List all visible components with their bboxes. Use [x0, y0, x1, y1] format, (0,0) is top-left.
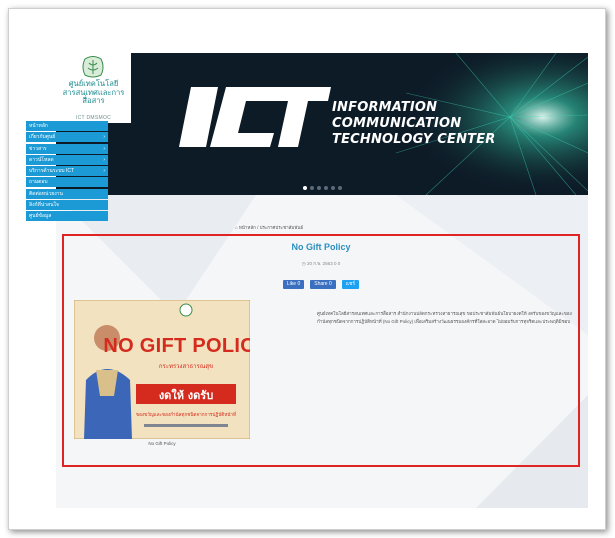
- no-gift-policy-poster[interactable]: NO GIFT POLICY กระทรวงสาธารณสุข งดให้ งด…: [74, 300, 250, 439]
- chevron-right-icon: ›: [103, 134, 105, 141]
- screenshot-frame: ศูนย์เทคโนโลยีสารสนเทศและการสื่อสาร ICT …: [8, 8, 606, 530]
- chevron-right-icon: ›: [103, 145, 105, 152]
- menu-item-label: ลิงก์ที่น่าสนใจ: [29, 202, 59, 209]
- site-logo[interactable]: ศูนย์เทคโนโลยีสารสนเทศและการสื่อสาร ICT …: [56, 53, 131, 123]
- menu-item-label: ถามตอบ: [29, 179, 48, 186]
- chevron-right-icon: ›: [103, 168, 105, 175]
- post-meta-text: 20 ก.พ. 2563 0 0: [306, 261, 341, 266]
- poster-ministry: กระทรวงสาธารณสุข: [159, 363, 213, 370]
- menu-item-data-center[interactable]: ศูนย์ข้อมูล: [26, 211, 108, 222]
- banner-line-2: COMMUNICATION: [332, 116, 462, 131]
- twitter-share-button[interactable]: แชร์: [341, 280, 360, 289]
- poster-caption: No Gift Policy: [148, 441, 176, 446]
- home-icon[interactable]: ⌂: [235, 225, 238, 230]
- carousel-dot[interactable]: [323, 186, 328, 190]
- carousel-dot[interactable]: [309, 186, 314, 190]
- carousel-dot[interactable]: [330, 186, 335, 190]
- post-meta: ◷ 20 ก.พ. 2563 0 0: [64, 260, 578, 267]
- menu-item-faq[interactable]: ถามตอบ: [26, 177, 108, 188]
- poster-headline: NO GIFT POLICY: [103, 335, 250, 357]
- share-buttons: Like 0 Share 0 แชร์: [64, 280, 578, 289]
- menu-item-home[interactable]: หน้าหลัก: [26, 121, 108, 131]
- hero-banner: ศูนย์เทคโนโลยีสารสนเทศและการสื่อสาร ICT …: [56, 53, 588, 195]
- org-name: ศูนย์เทคโนโลยีสารสนเทศและการสื่อสาร: [62, 79, 125, 105]
- menu-item-label: ดาวน์โหลด: [29, 156, 54, 163]
- breadcrumb: ⌂ หน้าหลัก / ประกาศประชาสัมพันธ์: [159, 224, 379, 231]
- chevron-right-icon: ›: [103, 156, 105, 163]
- calendar-icon: ◷: [301, 261, 306, 266]
- facebook-like-button[interactable]: Like 0: [282, 280, 305, 289]
- menu-item-label: หน้าหลัก: [29, 123, 48, 129]
- carousel-indicators: [56, 186, 588, 190]
- menu-item-label: ศูนย์ข้อมูล: [29, 213, 52, 220]
- post-content-highlight: No Gift Policy ◷ 20 ก.พ. 2563 0 0 Like 0…: [62, 234, 580, 467]
- menu-item-label: ติดต่อหน่วยงาน: [29, 190, 63, 197]
- post-body-text: ศูนย์เทคโนโลยีสารสนเทศและการสื่อสาร สำนั…: [317, 311, 572, 324]
- menu-item-label: ข่าวสาร: [29, 145, 47, 152]
- menu-item-download[interactable]: ดาวน์โหลด ›: [26, 154, 108, 165]
- menu-item-links[interactable]: ลิงก์ที่น่าสนใจ: [26, 200, 108, 211]
- banner-line-3: TECHNOLOGY CENTER: [332, 132, 496, 147]
- menu-item-label: เกี่ยวกับศูนย์: [29, 134, 56, 141]
- menu-item-contact[interactable]: ติดต่อหน่วยงาน: [26, 188, 108, 199]
- facebook-share-button[interactable]: Share 0: [310, 280, 336, 289]
- menu-item-news[interactable]: ข่าวสาร ›: [26, 143, 108, 154]
- poster-slogan: งดให้ งดรับ: [159, 388, 213, 402]
- menu-item-label: บริการด้านระบบ ICT: [29, 168, 75, 175]
- main-menu: หน้าหลัก เกี่ยวกับศูนย์ › ข่าวสาร › ดาวน์โ…: [26, 121, 108, 223]
- menu-item-ict-services[interactable]: บริการด้านระบบ ICT ›: [26, 166, 108, 177]
- banner-line-1: INFORMATION: [332, 100, 438, 115]
- carousel-dot[interactable]: [316, 186, 321, 190]
- poster-subtitle: ของขวัญและของกำนัลทุกชนิดจากการปฏิบัติหน…: [136, 411, 236, 418]
- post-title: No Gift Policy: [291, 242, 351, 252]
- breadcrumb-text[interactable]: หน้าหลัก / ประกาศประชาสัมพันธ์: [239, 225, 303, 230]
- carousel-dot[interactable]: [337, 186, 342, 190]
- menu-item-about[interactable]: เกี่ยวกับศูนย์ ›: [26, 132, 108, 143]
- ministry-seal-icon: [82, 56, 104, 78]
- carousel-dot[interactable]: [302, 186, 307, 190]
